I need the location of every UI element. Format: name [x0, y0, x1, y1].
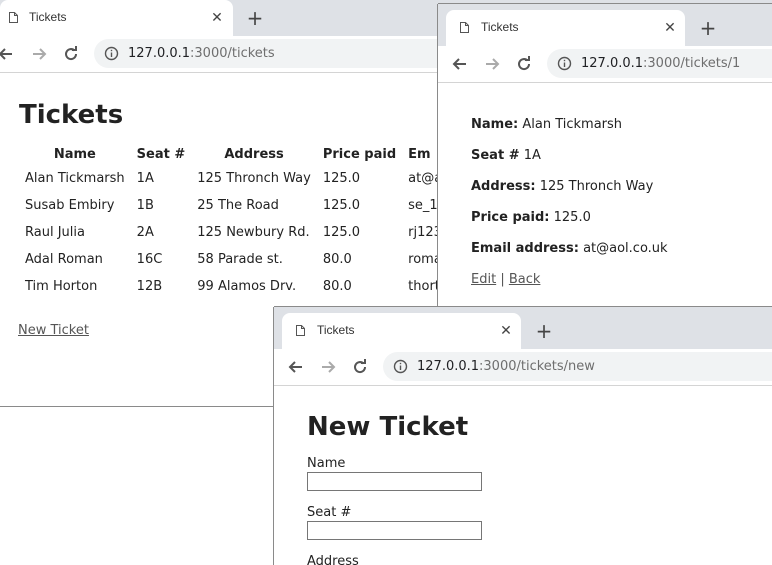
detail-address: Address: 125 Thronch Way	[471, 179, 653, 194]
table-row: Susab Embiry 1B 25 The Road 125.0 se_1@	[19, 192, 461, 219]
cell-name: Susab Embiry	[25, 198, 115, 213]
name-label: Name	[307, 456, 346, 471]
toolbar: 127.0.0.1:3000/tickets/new	[274, 349, 772, 386]
seat-field[interactable]	[307, 521, 482, 540]
action-links: Edit | Back	[471, 272, 540, 287]
back-arrow-icon[interactable]	[286, 357, 306, 377]
detail-value: 125.0	[553, 210, 591, 225]
table-row: Alan Tickmarsh 1A 125 Thronch Way 125.0 …	[19, 165, 461, 192]
cell-price: 125.0	[322, 198, 361, 213]
tab-title: Tickets	[317, 323, 355, 337]
cell-name: Tim Horton	[25, 279, 98, 294]
tab-title: Tickets	[481, 20, 519, 34]
close-icon[interactable]: ✕	[663, 21, 677, 35]
browser-window-ticket-new: Tickets ✕ + 127.0.0.1:3000/tickets/new N…	[274, 307, 772, 565]
detail-label: Email address:	[471, 241, 579, 256]
tab-strip: Tickets ✕ +	[438, 4, 772, 46]
tab-tickets[interactable]: Tickets ✕	[282, 313, 521, 349]
url-text: 127.0.0.1:3000/tickets/new	[417, 359, 595, 374]
detail-name: Name: Alan Tickmarsh	[471, 117, 622, 132]
cell-seat: 2A	[136, 225, 154, 240]
cell-seat: 12B	[136, 279, 163, 294]
tab-title: Tickets	[29, 10, 67, 24]
cell-price: 125.0	[322, 225, 361, 240]
plus-icon[interactable]: +	[697, 17, 719, 39]
reload-icon[interactable]	[350, 357, 370, 377]
reload-icon[interactable]	[61, 44, 81, 64]
document-icon	[9, 12, 18, 23]
table-row: Tim Horton 12B 99 Alamos Drv. 80.0 thort…	[19, 273, 461, 300]
document-icon	[296, 325, 305, 336]
detail-label: Price paid:	[471, 210, 550, 225]
close-icon[interactable]: ✕	[499, 324, 513, 338]
cell-price: 80.0	[322, 279, 352, 294]
info-icon[interactable]	[557, 56, 572, 71]
close-icon[interactable]: ✕	[210, 11, 224, 25]
back-link[interactable]: Back	[509, 272, 541, 287]
detail-value: Alan Tickmarsh	[522, 117, 623, 132]
toolbar: 127.0.0.1:3000/tickets/1	[438, 46, 772, 83]
new-ticket-link[interactable]: New Ticket	[18, 323, 89, 338]
column-header: Address	[224, 146, 284, 162]
table-row: Adal Roman 16C 58 Parade st. 80.0 roman	[19, 246, 461, 273]
info-icon[interactable]	[104, 46, 119, 61]
plus-icon[interactable]: +	[244, 7, 266, 29]
cell-address: 58 Parade st.	[197, 252, 283, 267]
browser-window-ticket-show: Tickets ✕ + 127.0.0.1:3000/tickets/1 Nam…	[438, 4, 772, 307]
detail-email: Email address: at@aol.co.uk	[471, 241, 668, 256]
cell-address: 125 Newbury Rd.	[197, 225, 310, 240]
forward-arrow-icon[interactable]	[29, 44, 49, 64]
detail-label: Address:	[471, 179, 536, 194]
column-header: Price paid	[322, 146, 397, 162]
cell-name: Alan Tickmarsh	[25, 171, 125, 186]
forward-arrow-icon[interactable]	[318, 357, 338, 377]
cell-price: 125.0	[322, 171, 361, 186]
detail-label: Seat #	[471, 148, 520, 163]
page-title: Tickets	[19, 100, 124, 130]
detail-value: at@aol.co.uk	[583, 241, 668, 256]
document-icon	[460, 22, 469, 33]
table-header-row: Name Seat # Address Price paid Em	[19, 143, 461, 165]
cell-address: 125 Thronch Way	[197, 171, 311, 186]
column-header: Name	[53, 146, 96, 162]
page-title: New Ticket	[307, 412, 469, 442]
detail-value: 125 Thronch Way	[539, 179, 654, 194]
cell-name: Raul Julia	[25, 225, 85, 240]
page-content: New Ticket Name Seat # Address	[274, 386, 772, 565]
cell-name: Adal Roman	[25, 252, 103, 267]
cell-seat: 16C	[136, 252, 163, 267]
cell-seat: 1B	[136, 198, 154, 213]
detail-label: Name:	[471, 117, 519, 132]
edit-link[interactable]: Edit	[471, 272, 496, 287]
plus-icon[interactable]: +	[533, 320, 555, 342]
detail-value: 1A	[523, 148, 541, 163]
cell-price: 80.0	[322, 252, 352, 267]
detail-price: Price paid: 125.0	[471, 210, 591, 225]
url-text: 127.0.0.1:3000/tickets/1	[581, 56, 741, 71]
reload-icon[interactable]	[514, 54, 534, 74]
link-separator: |	[500, 272, 505, 287]
address-label: Address	[307, 554, 359, 565]
back-arrow-icon[interactable]	[450, 54, 470, 74]
url-text: 127.0.0.1:3000/tickets	[128, 46, 275, 61]
seat-label: Seat #	[307, 505, 352, 520]
tab-strip: Tickets ✕ +	[274, 307, 772, 349]
info-icon[interactable]	[393, 359, 408, 374]
address-bar[interactable]: 127.0.0.1:3000/tickets/1	[547, 49, 772, 78]
name-field[interactable]	[307, 472, 482, 491]
address-bar[interactable]: 127.0.0.1:3000/tickets/new	[383, 352, 772, 381]
column-header: Seat #	[136, 146, 186, 162]
forward-arrow-icon[interactable]	[482, 54, 502, 74]
cell-address: 99 Alamos Drv.	[197, 279, 297, 294]
tickets-table: Name Seat # Address Price paid Em Alan T…	[19, 143, 461, 300]
cell-address: 25 The Road	[197, 198, 279, 213]
back-arrow-icon[interactable]	[0, 44, 16, 64]
table-row: Raul Julia 2A 125 Newbury Rd. 125.0 rj12…	[19, 219, 461, 246]
cell-seat: 1A	[136, 171, 154, 186]
page-content: Name: Alan Tickmarsh Seat # 1A Address: …	[438, 83, 772, 307]
detail-seat: Seat # 1A	[471, 148, 541, 163]
tab-tickets[interactable]: Tickets ✕	[0, 0, 233, 36]
tab-tickets[interactable]: Tickets ✕	[446, 10, 685, 46]
